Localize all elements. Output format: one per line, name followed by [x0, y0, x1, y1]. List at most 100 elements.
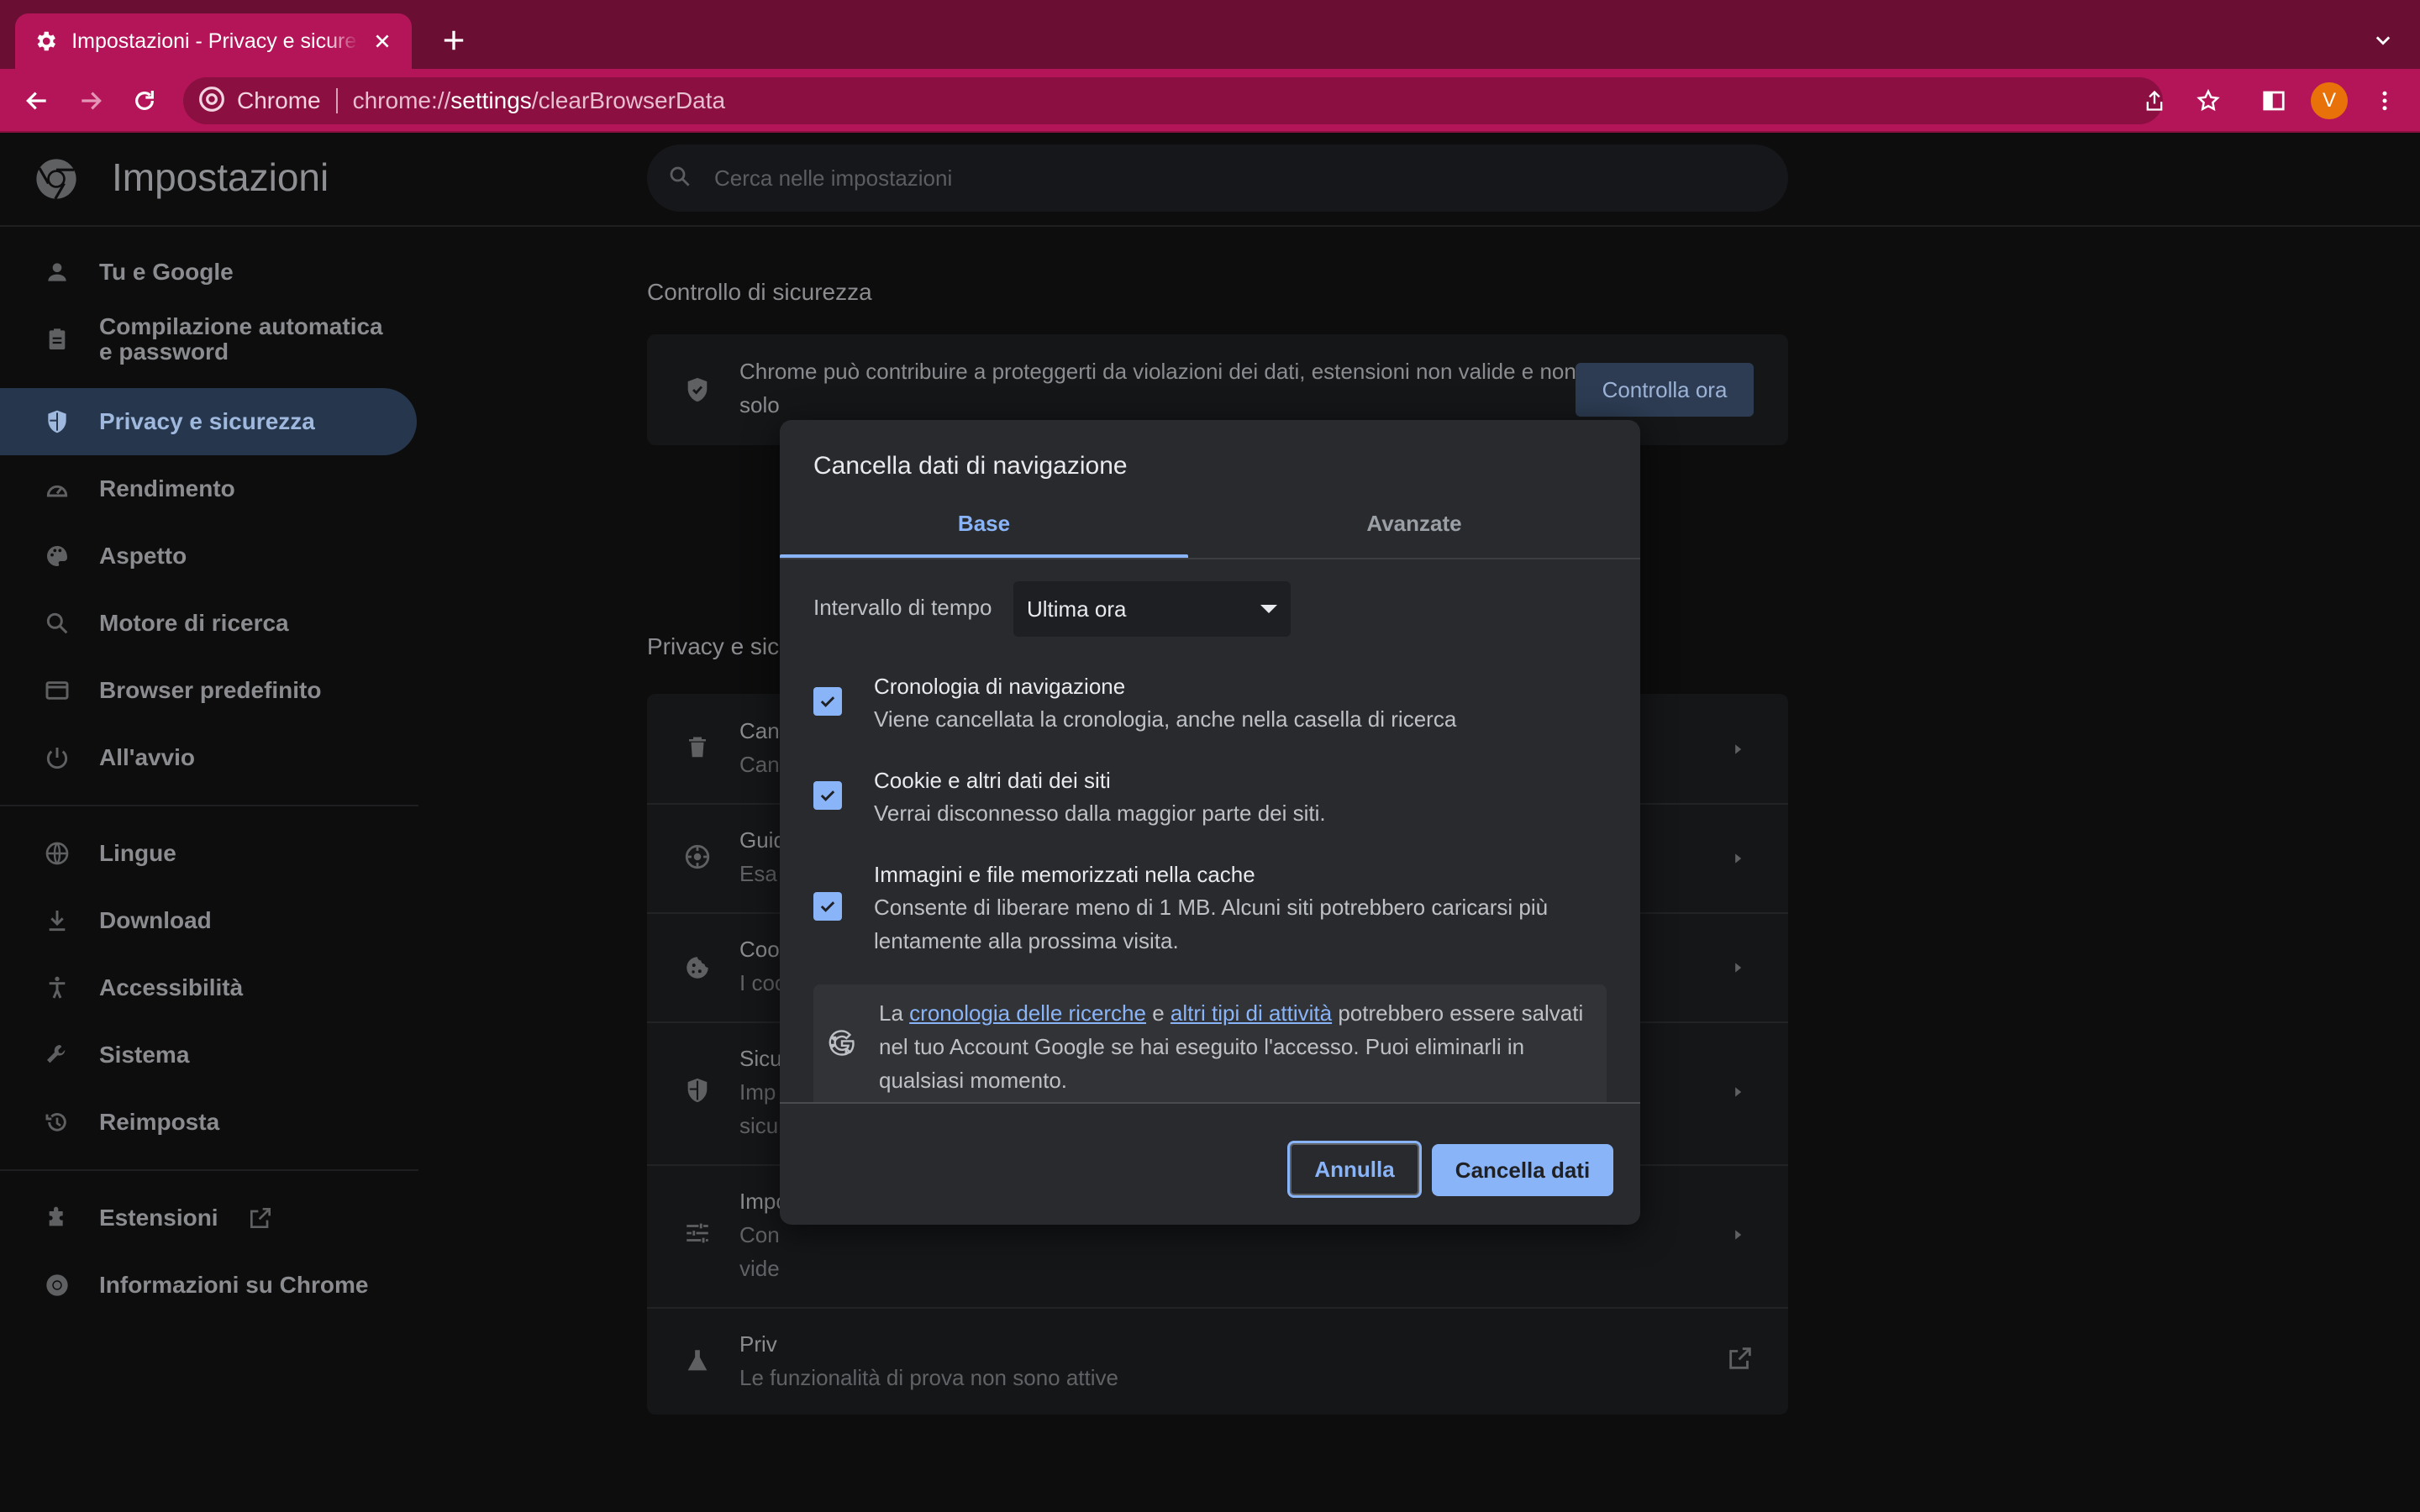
sidebar-item-label: Browser predefinito	[99, 677, 322, 703]
time-range-label: Intervallo di tempo	[813, 595, 992, 620]
search-input[interactable]	[714, 165, 1723, 192]
url-host: settings	[450, 87, 532, 113]
address-bar[interactable]: Chrome chrome://settings/clearBrowserDat…	[183, 77, 2163, 124]
close-tab-icon[interactable]	[371, 29, 395, 54]
privacy-row-sub: Esa	[739, 861, 777, 886]
puzzle-icon	[40, 1201, 74, 1235]
cancel-button[interactable]: Annulla	[1287, 1141, 1422, 1198]
omnibox-url: chrome://settings/clearBrowserData	[353, 87, 726, 114]
google-g-icon	[829, 1030, 855, 1056]
sidebar-item-default-browser[interactable]: Browser predefinito	[0, 657, 417, 724]
sidebar-item-languages[interactable]: Lingue	[0, 820, 417, 887]
safety-check-line: Chrome può contribuire a proteggerti da …	[739, 359, 1576, 384]
clear-browsing-data-dialog: Cancella dati di navigazione Base Avanza…	[780, 420, 1640, 1225]
browser-icon	[40, 674, 74, 707]
back-icon[interactable]	[18, 82, 55, 119]
check-now-button[interactable]: Controlla ora	[1576, 363, 1754, 417]
sidebar-item-you-and-google[interactable]: Tu e Google	[0, 239, 417, 306]
palette-icon	[40, 539, 74, 573]
shield-icon	[40, 405, 74, 438]
search-history-link[interactable]: cronologia delle ricerche	[909, 1000, 1146, 1026]
external-link-icon	[1726, 1344, 1754, 1373]
privacy-row-sub: Imp	[739, 1079, 776, 1105]
privacy-row[interactable]: Priv Le funzionalità di prova non sono a…	[739, 1327, 1496, 1394]
tab-basic[interactable]: Base	[780, 511, 1188, 558]
cookie-icon	[681, 951, 714, 984]
option-title: Immagini e file memorizzati nella cache	[874, 862, 1255, 887]
settings-header: Impostazioni	[0, 134, 2420, 227]
google-notice-text: La cronologia delle ricerche e altri tip…	[879, 996, 1593, 1097]
sidebar-item-about-chrome[interactable]: Informazioni su Chrome	[0, 1252, 417, 1319]
more-menu-icon[interactable]	[2370, 86, 2400, 116]
external-link-icon	[247, 1205, 274, 1231]
privacy-row-sub: vide	[739, 1256, 780, 1281]
sliders-icon	[681, 1216, 714, 1250]
privacy-section-title: Privacy e sic	[647, 633, 780, 659]
privacy-row[interactable]: Guid Esa	[739, 823, 786, 890]
time-range-select[interactable]: Ultima ora	[1013, 581, 1291, 637]
sidebar-item-system[interactable]: Sistema	[0, 1021, 417, 1089]
sidebar-item-label: Reimposta	[99, 1109, 220, 1135]
sidebar-item-label: Estensioni	[99, 1205, 218, 1231]
cookies-checkbox[interactable]	[813, 781, 842, 810]
sidebar-item-appearance[interactable]: Aspetto	[0, 522, 417, 590]
globe-icon	[40, 837, 74, 870]
chrome-logo-icon	[36, 159, 76, 200]
checkmark-icon	[820, 696, 835, 707]
sidebar-item-label: All'avvio	[99, 744, 196, 770]
privacy-row-title: Guid	[739, 827, 786, 853]
chevron-down-icon[interactable]	[2368, 25, 2398, 55]
settings-search[interactable]	[647, 144, 1788, 212]
profile-avatar[interactable]: V	[2311, 82, 2348, 119]
sidebar-item-search-engine[interactable]: Motore di ricerca	[0, 590, 417, 657]
trash-icon	[681, 731, 714, 764]
sidebar-item-accessibility[interactable]: Accessibilità	[0, 954, 417, 1021]
privacy-row-sub: sicu	[739, 1113, 779, 1138]
clear-data-button[interactable]: Cancella dati	[1432, 1144, 1613, 1196]
tab-advanced[interactable]: Avanzate	[1188, 511, 1640, 558]
privacy-row-sub: Con	[739, 1222, 780, 1247]
sidebar-item-extensions[interactable]: Estensioni	[0, 1184, 417, 1252]
other-activity-link[interactable]: altri tipi di attività	[1171, 1000, 1332, 1026]
omnibox-separator	[335, 88, 338, 113]
sidebar-item-label: Aspetto	[99, 543, 187, 569]
clipboard-icon	[40, 323, 74, 356]
checkmark-icon	[820, 790, 835, 801]
sidebar-item-performance[interactable]: Rendimento	[0, 455, 417, 522]
privacy-row[interactable]: Can Can	[739, 714, 780, 781]
option-description: Consente di liberare meno di 1 MB. Alcun…	[874, 895, 1549, 953]
browsing-history-checkbox[interactable]	[813, 687, 842, 716]
dialog-title: Cancella dati di navigazione	[813, 452, 1128, 480]
sidebar-item-autofill[interactable]: Compilazione automatica e password	[0, 306, 417, 373]
browser-tab[interactable]: Impostazioni - Privacy e sicurezza	[15, 13, 412, 69]
forward-icon[interactable]	[72, 82, 109, 119]
chevron-right-icon	[1729, 959, 1746, 976]
url-path: /clearBrowserData	[531, 87, 726, 113]
new-tab-icon[interactable]	[437, 24, 471, 57]
share-icon[interactable]	[2139, 86, 2170, 116]
gear-icon	[32, 28, 58, 55]
sidebar-item-downloads[interactable]: Download	[0, 887, 417, 954]
sidebar-item-on-startup[interactable]: All'avvio	[0, 724, 417, 791]
privacy-row[interactable]: Sicu Imp sicu	[739, 1042, 782, 1142]
tab-strip: Impostazioni - Privacy e sicurezza	[0, 0, 2420, 69]
sidebar-item-privacy[interactable]: Privacy e sicurezza	[0, 388, 417, 455]
dialog-footer-divider	[780, 1102, 1640, 1104]
bookmark-star-icon[interactable]	[2193, 86, 2223, 116]
reload-icon[interactable]	[126, 82, 163, 119]
toolbar: Chrome chrome://settings/clearBrowserDat…	[0, 69, 2420, 133]
shield-check-icon	[681, 373, 714, 407]
chevron-right-icon	[1729, 1084, 1746, 1100]
cached-images-checkbox[interactable]	[813, 892, 842, 921]
chrome-icon	[40, 1268, 74, 1302]
checkmark-icon	[820, 901, 835, 912]
history-icon	[40, 1105, 74, 1139]
sidebar-item-reset[interactable]: Reimposta	[0, 1089, 417, 1156]
wrench-icon	[40, 1038, 74, 1072]
tab-divider	[780, 558, 1640, 559]
google-account-notice: La cronologia delle ricerche e altri tip…	[813, 984, 1607, 1102]
side-panel-icon[interactable]	[2259, 86, 2289, 116]
safety-check-line: solo	[739, 392, 780, 417]
sidebar-item-label: Rendimento	[99, 475, 235, 501]
dropdown-caret-icon	[1260, 605, 1277, 613]
